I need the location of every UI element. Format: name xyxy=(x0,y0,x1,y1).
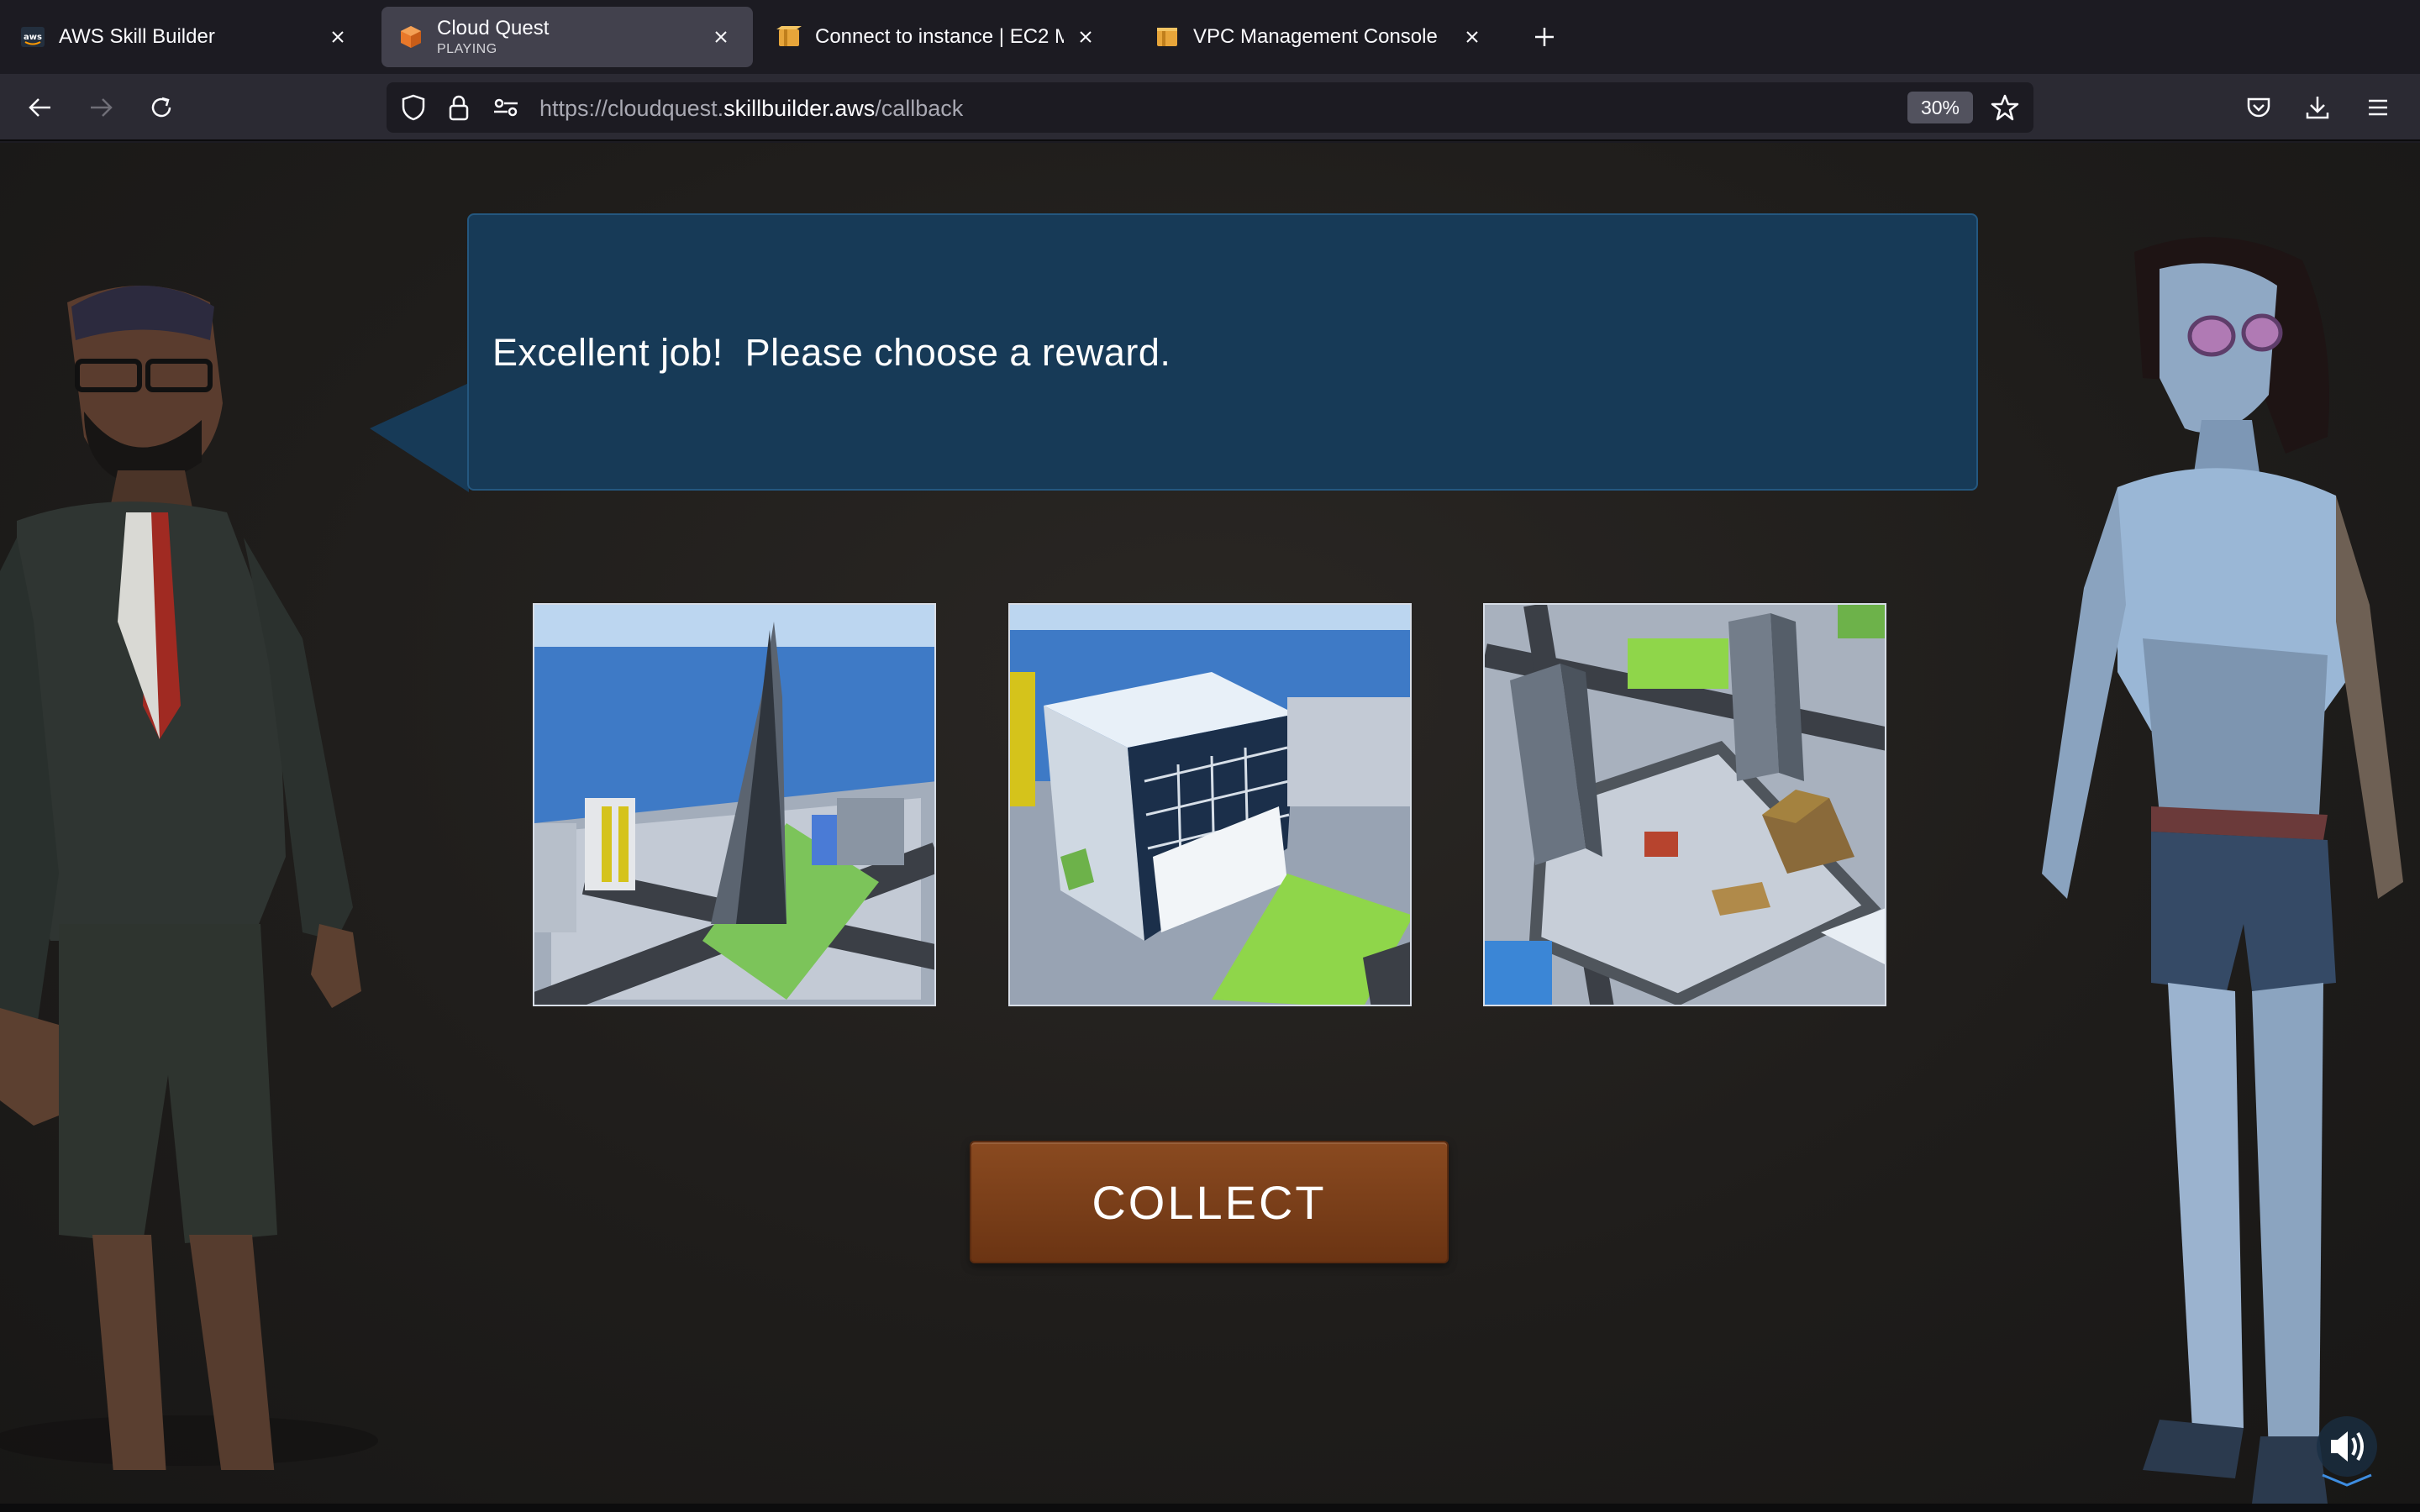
download-icon xyxy=(2306,97,2329,119)
close-icon[interactable] xyxy=(1071,22,1101,52)
office-building-balloon-image xyxy=(1010,605,1410,1005)
bookmark-star-icon[interactable] xyxy=(1990,92,2020,123)
tab-strip: aws AWS Skill Builder Cloud Quest PLAYIN… xyxy=(0,0,2420,74)
collect-button[interactable]: COLLECT xyxy=(970,1141,1449,1263)
tab-cloud-quest[interactable]: Cloud Quest PLAYING xyxy=(381,7,753,67)
sound-toggle-button[interactable] xyxy=(2306,1413,2388,1487)
bottom-edge xyxy=(0,1504,2420,1512)
tab-aws-skill-builder[interactable]: aws AWS Skill Builder xyxy=(3,7,370,67)
svg-text:aws: aws xyxy=(24,33,42,42)
tab-connect-to-instance[interactable]: Connect to instance | EC2 Mana xyxy=(760,7,1118,67)
pocket-icon xyxy=(2247,97,2270,118)
male-character-figure xyxy=(0,286,378,1470)
aws-cube-icon xyxy=(776,24,802,50)
skyscraper-tower-image xyxy=(534,605,934,1005)
reward-option-castle[interactable] xyxy=(1483,603,1886,1006)
permissions-icon[interactable] xyxy=(491,92,521,123)
reward-option-skyscraper[interactable] xyxy=(533,603,936,1006)
hamburger-menu-icon xyxy=(2369,99,2387,116)
forward-button[interactable] xyxy=(81,87,121,128)
reload-button[interactable] xyxy=(141,87,182,128)
dialog-text: Excellent job! Please choose a reward. xyxy=(492,331,1171,374)
close-icon[interactable] xyxy=(323,22,353,52)
tab-title: AWS Skill Builder xyxy=(59,25,215,48)
game-canvas[interactable]: Excellent job! Please choose a reward. C… xyxy=(0,143,2420,1504)
speaker-volume-icon xyxy=(2317,1416,2377,1487)
downloads-button[interactable] xyxy=(2297,87,2338,128)
tab-vpc-management-console[interactable]: VPC Management Console xyxy=(1138,7,1504,67)
aws-cube-icon xyxy=(1155,24,1180,50)
reload-icon xyxy=(151,97,171,118)
arrow-left-icon xyxy=(29,98,50,117)
female-character-figure xyxy=(2042,237,2403,1504)
plus-icon xyxy=(1535,28,1554,46)
arrow-right-icon xyxy=(91,98,113,117)
address-bar[interactable]: https://cloudquest.skillbuilder.aws/call… xyxy=(387,82,2033,133)
dialog-bubble: Excellent job! Please choose a reward. xyxy=(467,213,1978,491)
lock-icon[interactable] xyxy=(444,92,474,123)
reward-option-office-building[interactable] xyxy=(1008,603,1412,1006)
shield-icon[interactable] xyxy=(398,92,429,123)
zoom-level-badge[interactable]: 30% xyxy=(1907,92,1973,123)
navigation-toolbar: https://cloudquest.skillbuilder.aws/call… xyxy=(0,74,2420,141)
pocket-button[interactable] xyxy=(2238,87,2279,128)
tab-title: Connect to instance | EC2 Mana xyxy=(815,25,1064,48)
tab-title: VPC Management Console xyxy=(1193,25,1438,48)
app-menu-button[interactable] xyxy=(2358,87,2398,128)
tab-playing-label: PLAYING xyxy=(437,42,497,56)
cloud-quest-cube-icon xyxy=(398,24,424,50)
speech-bubble-tail xyxy=(370,383,469,492)
castle-village-image xyxy=(1485,605,1885,1005)
new-tab-button[interactable] xyxy=(1526,18,1563,55)
close-icon[interactable] xyxy=(1457,22,1487,52)
url-text: https://cloudquest.skillbuilder.aws/call… xyxy=(539,96,964,121)
back-button[interactable] xyxy=(20,87,60,128)
close-icon[interactable] xyxy=(706,22,736,52)
aws-logo-icon: aws xyxy=(20,24,45,50)
tab-title: Cloud Quest xyxy=(437,17,550,39)
